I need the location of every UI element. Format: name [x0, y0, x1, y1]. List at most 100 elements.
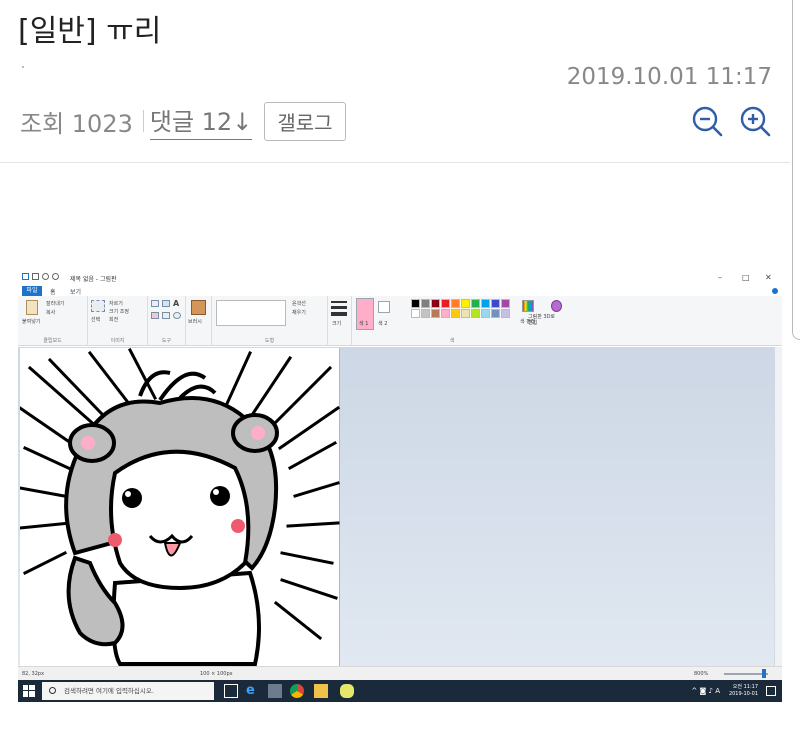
redo-icon[interactable]: [52, 273, 59, 280]
side-panel-edge: [792, 0, 800, 340]
size-line-thick: [331, 312, 347, 316]
select-label[interactable]: 선택: [91, 316, 100, 323]
notification-center-icon[interactable]: [766, 686, 776, 696]
palette-swatch[interactable]: [421, 309, 430, 318]
post-timestamp: 2019.10.01 11:17: [566, 64, 772, 90]
tab-view[interactable]: 보기: [70, 287, 81, 296]
minimize-button[interactable]: –: [718, 273, 722, 282]
select-icon[interactable]: [91, 300, 105, 312]
comments-link[interactable]: 댓글 12↓: [149, 102, 253, 140]
windows-start-icon[interactable]: [23, 685, 35, 697]
color2-selector[interactable]: [378, 301, 390, 313]
palette-swatch[interactable]: [441, 309, 450, 318]
image-group-label: 이미지: [110, 338, 125, 344]
taskbar-clock[interactable]: 오전 11:17 2019-10-01: [729, 684, 758, 698]
palette-swatch[interactable]: [421, 299, 430, 308]
file-explorer-icon[interactable]: [314, 684, 328, 698]
brush-icon[interactable]: [191, 300, 206, 315]
paint-titlebar: 제목 없음 - 그림판 – □ ✕: [18, 270, 782, 286]
paint3d-icon[interactable]: [551, 300, 562, 312]
palette-swatch[interactable]: [411, 309, 420, 318]
copy-button[interactable]: 복사: [46, 309, 55, 316]
brush-label[interactable]: 브러시: [188, 318, 202, 325]
size-group: 크기: [328, 296, 352, 346]
undo-icon[interactable]: [42, 273, 49, 280]
palette-swatch[interactable]: [481, 299, 490, 308]
color-picker-icon[interactable]: [162, 312, 170, 319]
palette-swatch[interactable]: [481, 309, 490, 318]
help-icon[interactable]: [772, 288, 778, 294]
search-icon: [49, 687, 56, 694]
view-count: 조회 1023: [20, 109, 133, 138]
zoom-slider-knob[interactable]: [762, 669, 766, 678]
system-tray-icons[interactable]: ^ ◙ ♪ A: [691, 687, 720, 695]
gallog-button[interactable]: 갤로그: [264, 101, 346, 141]
edge-icon[interactable]: e: [246, 684, 260, 698]
chrome-icon[interactable]: [290, 684, 304, 698]
maximize-button[interactable]: □: [742, 273, 750, 282]
paint-screenshot: 제목 없음 - 그림판 – □ ✕ 파일 홈 보기 붙여넣기 잘라내기 복사 클…: [18, 270, 782, 702]
taskbar-search-box[interactable]: 검색하려면 여기에 입력하십시오.: [42, 682, 214, 700]
paste-label[interactable]: 붙여넣기: [22, 318, 40, 325]
workspace-scrollbar[interactable]: [774, 347, 782, 666]
tab-file[interactable]: 파일: [22, 286, 42, 296]
fill-button[interactable]: 채우기: [292, 309, 306, 316]
fill-icon[interactable]: [162, 300, 170, 307]
color-palette: [411, 299, 510, 318]
magnifier-icon[interactable]: [173, 312, 181, 319]
rotate-button[interactable]: 회전: [109, 316, 118, 323]
pixel-art-drawing: [18, 347, 341, 666]
palette-swatch[interactable]: [491, 309, 500, 318]
brushes-group: 브러시: [186, 296, 212, 346]
cursor-position: 82, 32px: [22, 671, 45, 677]
edit-colors-icon[interactable]: [522, 300, 534, 312]
drawing-canvas[interactable]: [18, 347, 341, 666]
task-view-icon[interactable]: [224, 684, 238, 698]
paint-window-title: 제목 없음 - 그림판: [70, 276, 117, 283]
paste-icon[interactable]: [26, 300, 38, 315]
size-line-mid: [331, 306, 347, 309]
palette-swatch[interactable]: [501, 299, 510, 308]
palette-swatch[interactable]: [461, 299, 470, 308]
palette-swatch[interactable]: [431, 299, 440, 308]
paint3d-label[interactable]: 그림판 3D로 편집: [528, 314, 558, 326]
shapes-gallery[interactable]: [216, 300, 286, 326]
zoom-in-icon[interactable]: [738, 104, 772, 138]
palette-swatch[interactable]: [451, 299, 460, 308]
zoom-level: 800%: [694, 671, 709, 677]
palette-swatch[interactable]: [471, 299, 480, 308]
cut-button[interactable]: 잘라내기: [46, 300, 64, 307]
meta-divider: [142, 110, 144, 132]
text-tool-icon[interactable]: A: [173, 299, 179, 308]
clock-time: 오전 11:17: [732, 684, 758, 690]
palette-swatch[interactable]: [461, 309, 470, 318]
paint-app-icon: [22, 273, 29, 280]
paint-status-bar: 82, 32px 100 × 100px 800%: [18, 666, 782, 680]
palette-swatch[interactable]: [451, 309, 460, 318]
palette-swatch[interactable]: [501, 309, 510, 318]
palette-swatch[interactable]: [491, 299, 500, 308]
paint-task-icon[interactable]: [268, 684, 282, 698]
save-icon[interactable]: [32, 273, 39, 280]
palette-swatch[interactable]: [471, 309, 480, 318]
eraser-icon[interactable]: [151, 312, 159, 319]
palette-swatch[interactable]: [411, 299, 420, 308]
color1-label: 색 1: [359, 321, 369, 327]
clock-date: 2019-10-01: [728, 691, 758, 697]
crop-button[interactable]: 자르기: [109, 300, 123, 307]
kakaotalk-icon[interactable]: [340, 684, 354, 698]
palette-swatch[interactable]: [441, 299, 450, 308]
ime-indicator[interactable]: A: [715, 687, 720, 695]
resize-button[interactable]: 크기 조정: [109, 308, 129, 315]
shapes-group: 윤곽선 채우기 도형: [212, 296, 328, 346]
outline-button[interactable]: 윤곽선: [292, 300, 306, 307]
palette-swatch[interactable]: [431, 309, 440, 318]
size-button[interactable]: 크기: [332, 320, 341, 327]
tab-home[interactable]: 홈: [50, 287, 56, 296]
zoom-out-icon[interactable]: [690, 104, 724, 138]
taskbar-search-placeholder: 검색하려면 여기에 입력하십시오.: [64, 687, 154, 695]
pencil-icon[interactable]: [151, 300, 159, 307]
close-button[interactable]: ✕: [765, 273, 772, 282]
image-group: 선택 자르기 크기 조정 회전 이미지: [88, 296, 148, 346]
quick-access-toolbar: [22, 273, 59, 280]
